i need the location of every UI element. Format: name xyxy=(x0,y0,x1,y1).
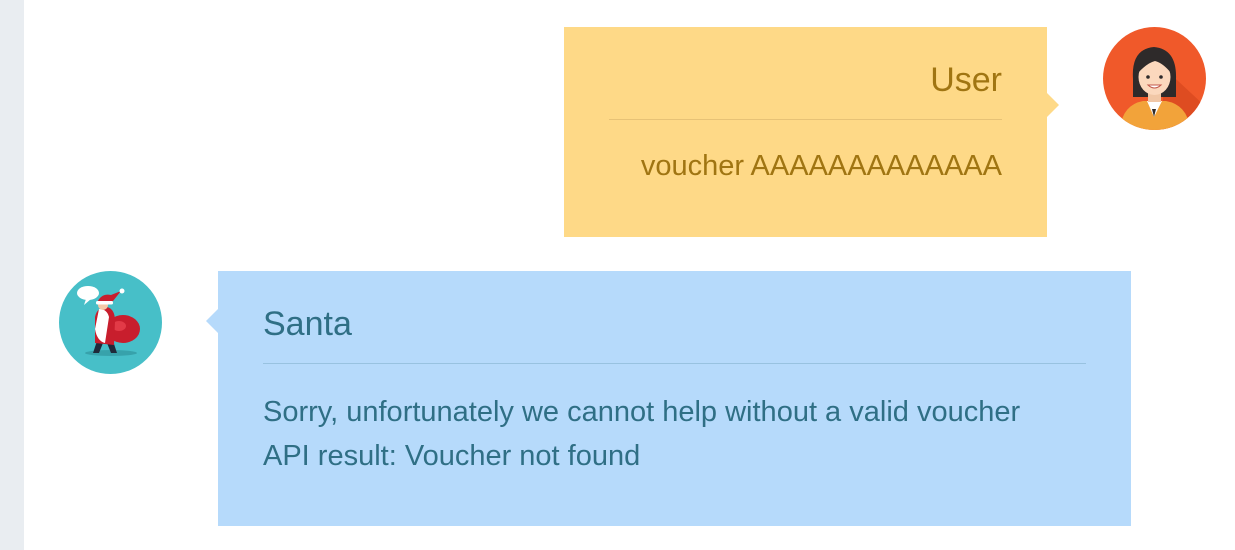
santa-sender-name: Santa xyxy=(263,305,352,343)
user-message-bubble: User voucher AAAAAAAAAAAAA xyxy=(564,27,1059,237)
left-rail xyxy=(0,0,24,550)
santa-message-line-2: API result: Voucher not found xyxy=(263,440,641,472)
user-avatar-icon xyxy=(1103,27,1206,130)
santa-avatar-icon xyxy=(59,271,162,374)
santa-message-bubble: Santa Sorry, unfortunately we cannot hel… xyxy=(206,271,1131,526)
user-sender-name: User xyxy=(930,61,1002,99)
user-message-text: voucher AAAAAAAAAAAAA xyxy=(640,150,1002,182)
santa-message-line-1: Sorry, unfortunately we cannot help with… xyxy=(263,396,1021,428)
